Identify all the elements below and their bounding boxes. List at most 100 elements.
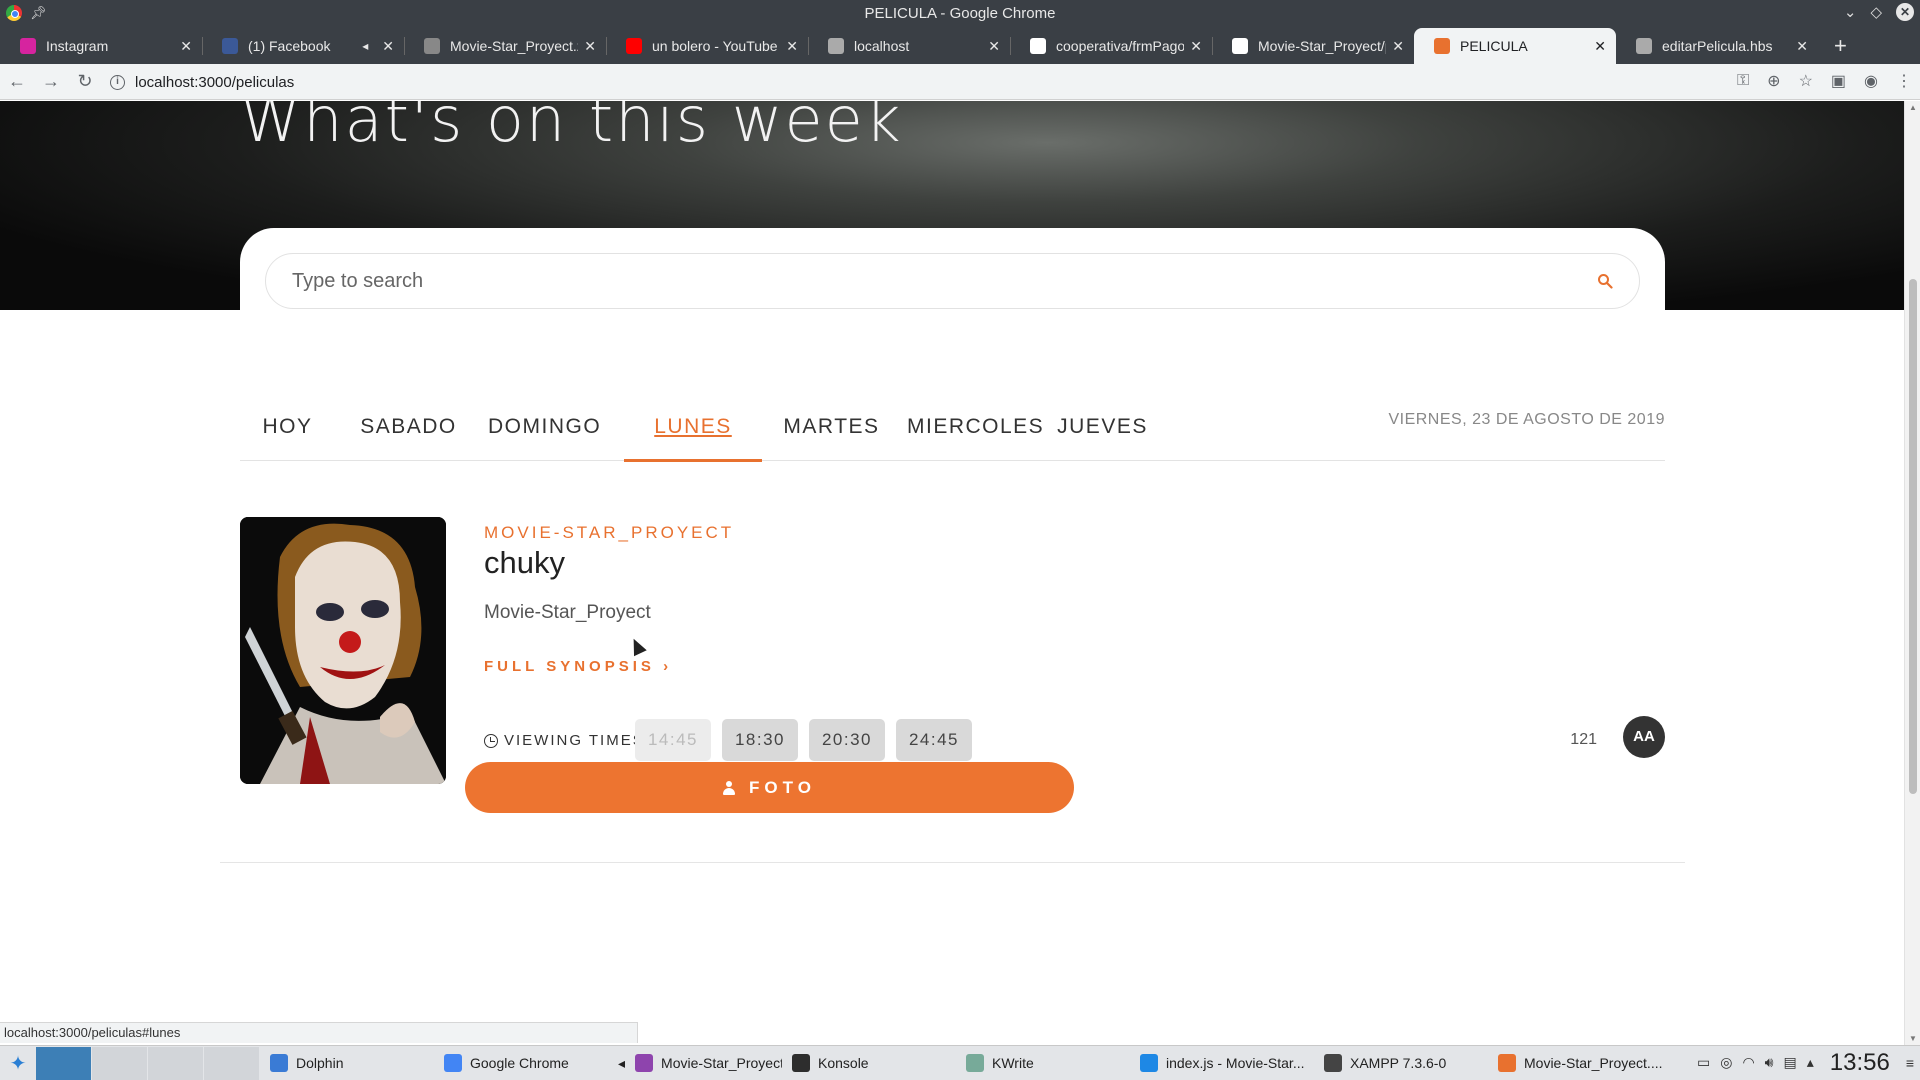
scroll-up-icon[interactable]: ▲ xyxy=(1909,103,1917,112)
desktop-2[interactable] xyxy=(92,1046,148,1080)
taskbar-item[interactable]: index.js - Movie-Star... xyxy=(1130,1047,1314,1080)
taskbar-item-label: Movie-Star_Proyect.... xyxy=(1524,1055,1663,1071)
volume-icon[interactable]: 🔊︎ xyxy=(1765,1054,1774,1071)
instagram-icon xyxy=(20,38,36,54)
tab-close-icon[interactable]: ✕ xyxy=(584,38,596,55)
movie-poster[interactable] xyxy=(240,517,446,784)
tray-expand-icon[interactable]: ▴ xyxy=(1807,1054,1814,1071)
search-input[interactable]: Type to search xyxy=(292,270,1597,293)
scroll-down-icon[interactable]: ▼ xyxy=(1909,1034,1917,1043)
wifi-icon[interactable]: ◠ xyxy=(1742,1054,1754,1071)
full-synopsis-link[interactable]: FULL SYNOPSIS › xyxy=(484,658,672,675)
showtime-button[interactable]: 20:30 xyxy=(809,719,885,761)
foto-button-label: FOTO xyxy=(749,777,816,797)
taskbar-item[interactable]: Movie-Star_Proyect.... xyxy=(1488,1047,1668,1080)
page-scrollbar[interactable]: ▲ ▼ xyxy=(1904,101,1920,1045)
tab-label: un bolero - YouTube xyxy=(652,38,778,54)
movie-subtitle: Movie-Star_Proyect xyxy=(484,602,651,623)
search-box[interactable]: Type to search xyxy=(265,253,1640,309)
site-info-icon[interactable]: i xyxy=(110,74,125,90)
minimize-icon[interactable]: ⌄ xyxy=(1844,3,1857,21)
close-window-icon[interactable]: ✕ xyxy=(1896,3,1914,21)
app-launcher-icon[interactable]: ✦ xyxy=(0,1051,36,1076)
day-tab-hoy[interactable]: HOY xyxy=(240,409,335,461)
desktop-4[interactable] xyxy=(204,1046,260,1080)
taskbar-item[interactable]: KWrite xyxy=(956,1047,1130,1080)
tab-4[interactable]: localhost ✕ xyxy=(808,28,1010,64)
show-desktop-icon[interactable]: ≡ xyxy=(1906,1055,1914,1071)
address-url[interactable]: localhost:3000/peliculas xyxy=(135,74,294,91)
zoom-icon[interactable]: ⊕ xyxy=(1767,71,1780,91)
profile-icon[interactable]: ◉ xyxy=(1864,71,1878,91)
taskbar-item[interactable]: Konsole xyxy=(782,1047,956,1080)
section-divider xyxy=(220,862,1685,863)
globe-icon xyxy=(1636,38,1652,54)
tab-audio-icon[interactable]: ◂ xyxy=(362,39,368,53)
tab-close-icon[interactable]: ✕ xyxy=(1190,38,1202,55)
taskbar: ✦ Dolphin Google Chrome ◂ Movie-Star_Proyec… xyxy=(0,1045,1920,1080)
taskbar-item[interactable]: XAMPP 7.3.6-0 xyxy=(1314,1047,1488,1080)
taskbar-item-label: Dolphin xyxy=(296,1055,344,1071)
movie-card: MOVIE-STAR_PROYECT chuky Movie-Star_Proy… xyxy=(240,517,1665,817)
bookmark-star-icon[interactable]: ☆ xyxy=(1799,71,1813,91)
search-panel: Type to search xyxy=(240,228,1665,368)
battery-icon[interactable]: ▭ xyxy=(1697,1054,1710,1071)
tab-5[interactable]: cooperativa/frmPago.h ✕ xyxy=(1010,28,1212,64)
vscode-icon xyxy=(1140,1054,1158,1072)
taskbar-item-label: Google Chrome xyxy=(470,1055,569,1071)
desktop-1[interactable] xyxy=(36,1046,92,1080)
day-tab-sabado[interactable]: SABADO xyxy=(356,409,461,461)
tab-7[interactable]: PELICULA ✕ xyxy=(1414,28,1616,64)
day-tab-lunes[interactable]: LUNES xyxy=(624,409,762,462)
desktop-3[interactable] xyxy=(148,1046,204,1080)
taskbar-item[interactable]: ◂ Movie-Star_Proyect -... xyxy=(608,1047,782,1080)
network-icon[interactable]: ◎ xyxy=(1720,1054,1732,1071)
clown-poster-image xyxy=(240,517,446,784)
day-tab-martes[interactable]: MARTES xyxy=(779,409,884,461)
file-icon xyxy=(424,38,440,54)
tab-close-icon[interactable]: ✕ xyxy=(180,38,192,55)
new-tab-icon[interactable]: + xyxy=(1818,28,1863,64)
tab-close-icon[interactable]: ✕ xyxy=(786,38,798,55)
taskbar-item[interactable]: Dolphin xyxy=(260,1047,434,1080)
forward-icon[interactable]: → xyxy=(34,71,68,92)
showtime-button[interactable]: 14:45 xyxy=(635,719,711,761)
back-icon[interactable]: ← xyxy=(0,71,34,92)
extension-icon[interactable]: ▣ xyxy=(1831,71,1846,91)
reload-icon[interactable]: ↻ xyxy=(68,71,102,92)
tab-3[interactable]: un bolero - YouTube ✕ xyxy=(606,28,808,64)
day-tab-miercoles[interactable]: MIERCOLES xyxy=(907,409,1043,461)
audio-playing-icon[interactable]: ◂ xyxy=(618,1055,625,1072)
user-icon xyxy=(723,780,736,795)
tab-0[interactable]: Instagram ✕ xyxy=(0,28,202,64)
taskbar-item-label: KWrite xyxy=(992,1055,1034,1071)
taskbar-item[interactable]: Google Chrome xyxy=(434,1047,608,1080)
day-tab-domingo[interactable]: DOMINGO xyxy=(488,409,600,461)
current-date: VIERNES, 23 DE AGOSTO DE 2019 xyxy=(1388,411,1665,428)
taskbar-clock[interactable]: 13:56 xyxy=(1830,1049,1890,1077)
showtime-button[interactable]: 18:30 xyxy=(722,719,798,761)
showtime-button[interactable]: 24:45 xyxy=(896,719,972,761)
maximize-icon[interactable]: ◇ xyxy=(1870,3,1882,21)
youtube-icon xyxy=(626,38,642,54)
tab-close-icon[interactable]: ✕ xyxy=(988,38,1000,55)
address-bar[interactable]: i localhost:3000/peliculas xyxy=(110,70,1710,94)
tab-close-icon[interactable]: ✕ xyxy=(1392,38,1404,55)
tab-1[interactable]: (1) Facebook ◂ ✕ xyxy=(202,28,404,64)
scrollbar-thumb[interactable] xyxy=(1909,279,1917,794)
menu-icon[interactable]: ⋮ xyxy=(1896,71,1912,91)
tab-close-icon[interactable]: ✕ xyxy=(382,38,394,55)
tab-8[interactable]: editarPelicula.hbs ✕ xyxy=(1616,28,1818,64)
tab-close-icon[interactable]: ✕ xyxy=(1796,38,1808,55)
taskbar-item-label: XAMPP 7.3.6-0 xyxy=(1350,1055,1447,1071)
tab-close-icon[interactable]: ✕ xyxy=(1594,38,1606,55)
key-icon[interactable]: ⚿ xyxy=(1737,72,1749,90)
tab-2[interactable]: Movie-Star_Proyect.zip ✕ xyxy=(404,28,606,64)
clipboard-icon[interactable]: ▤ xyxy=(1784,1054,1797,1071)
desktop-pager xyxy=(36,1046,260,1080)
chevron-right-icon: › xyxy=(663,658,673,675)
search-icon[interactable] xyxy=(1597,273,1613,289)
day-tab-jueves[interactable]: JUEVES xyxy=(1055,409,1150,461)
tab-6[interactable]: Movie-Star_Proyect/pe ✕ xyxy=(1212,28,1414,64)
foto-button[interactable]: FOTO xyxy=(465,762,1074,813)
